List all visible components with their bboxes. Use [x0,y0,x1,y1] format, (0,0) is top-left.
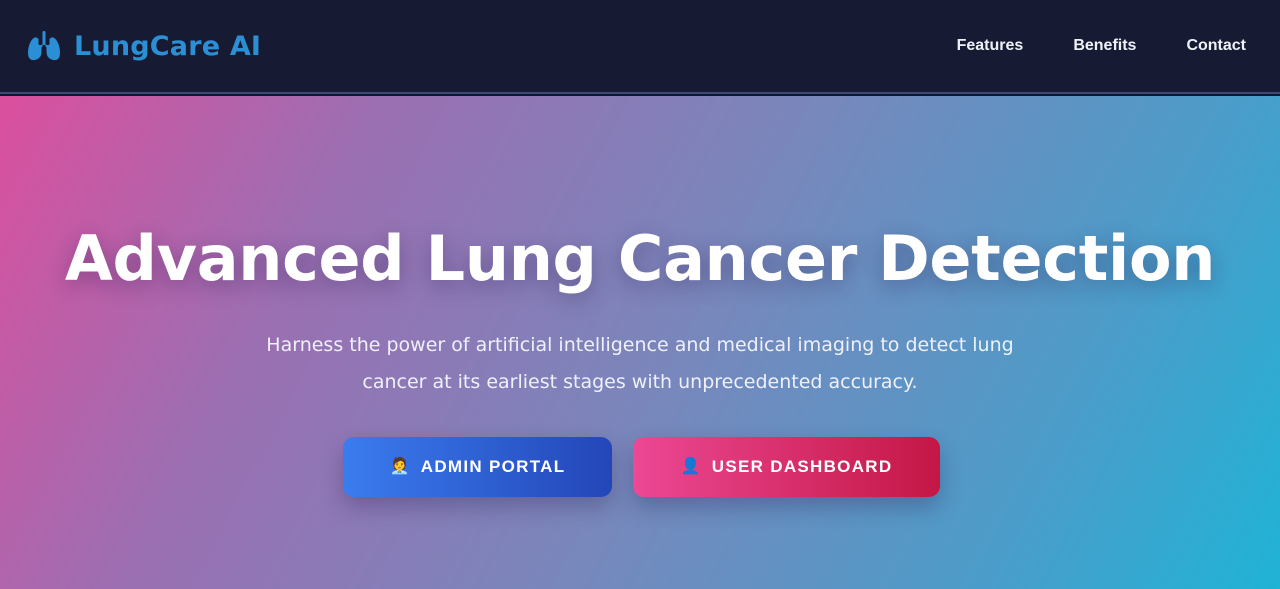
top-navbar: LungCare AI Features Benefits Contact [0,0,1280,94]
admin-portal-button[interactable]: 🧑‍💼 ADMIN PORTAL [343,437,612,497]
admin-person-icon: 🧑‍💼 [389,458,411,475]
admin-portal-label: ADMIN PORTAL [420,457,566,476]
brand-name: LungCare AI [74,30,262,62]
cta-buttons: 🧑‍💼 ADMIN PORTAL 👤 USER DASHBOARD [343,437,940,497]
user-person-icon: 👤 [680,458,702,475]
nav-link-contact[interactable]: Contact [1186,37,1246,55]
hero-title: Advanced Lung Cancer Detection [64,222,1216,295]
lungs-icon [27,31,61,61]
user-dashboard-label: USER DASHBOARD [711,457,893,476]
hero-section: Advanced Lung Cancer Detection Harness t… [0,96,1280,589]
nav-link-benefits[interactable]: Benefits [1073,37,1136,55]
brand-logo[interactable]: LungCare AI [26,30,261,62]
hero-subtitle: Harness the power of artificial intellig… [266,334,1014,393]
nav-link-features[interactable]: Features [957,37,1024,55]
user-dashboard-button[interactable]: 👤 USER DASHBOARD [633,437,940,497]
nav-links: Features Benefits Contact [957,37,1246,55]
